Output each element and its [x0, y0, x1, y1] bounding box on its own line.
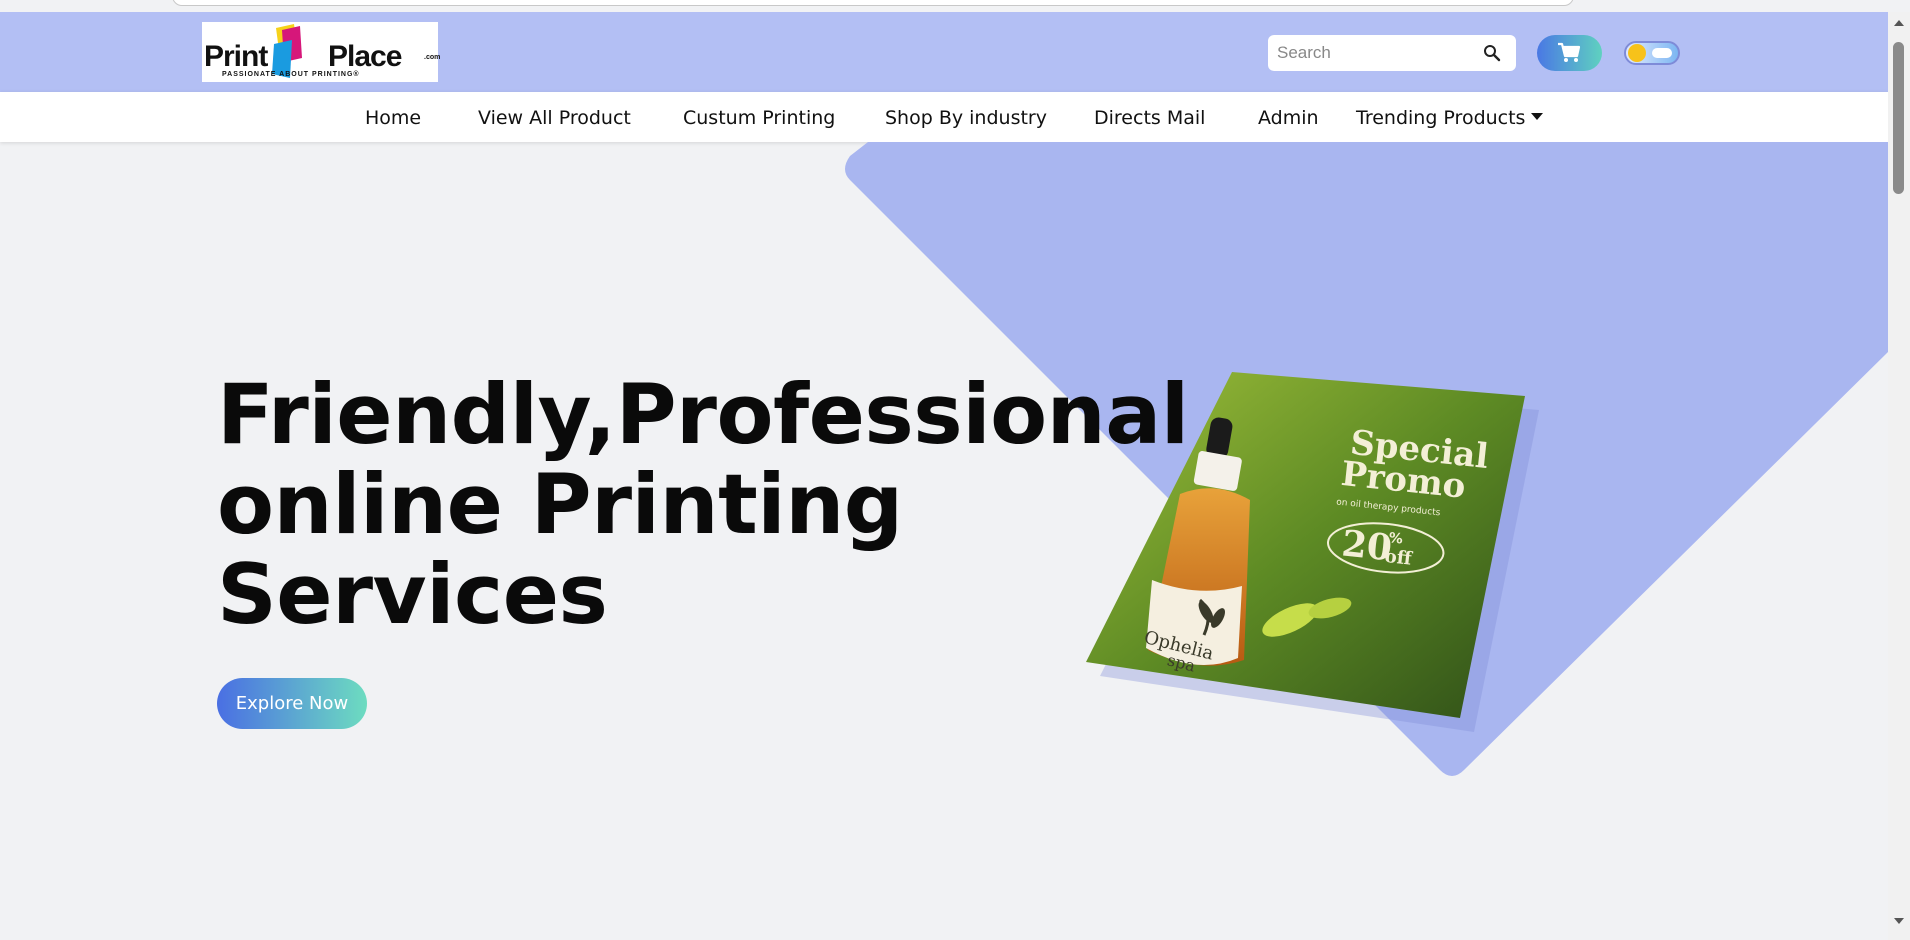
address-bar[interactable]: [172, 0, 1574, 6]
nav-item-shop-by-industry[interactable]: Shop By industry: [885, 107, 1047, 129]
logo-suffix: .com: [424, 54, 441, 61]
logo-wordmark: Print Place: [204, 40, 402, 73]
hero-title: Friendly,Professional online Printing Se…: [217, 366, 1189, 643]
browser-top-strip: [0, 0, 1888, 12]
hero-title-line-1: Friendly,Professional: [217, 366, 1189, 463]
nav-item-home[interactable]: Home: [365, 107, 421, 129]
explore-now-button[interactable]: Explore Now: [217, 678, 367, 729]
svg-text:off: off: [1384, 546, 1414, 570]
search-box: [1268, 35, 1516, 71]
logo-tagline: PASSIONATE ABOUT PRINTING®: [222, 71, 360, 78]
nav-item-custum-printing[interactable]: Custum Printing: [683, 107, 835, 129]
hero-title-line-3: Services: [217, 546, 608, 643]
nav-item-trending-products[interactable]: Trending Products: [1356, 107, 1544, 129]
nav-item-view-all-product[interactable]: View All Product: [478, 107, 631, 129]
cloud-icon: [1652, 48, 1672, 58]
nav-item-directs-mail[interactable]: Directs Mail: [1094, 107, 1205, 129]
trending-products-label: Trending Products: [1356, 107, 1526, 129]
printplace-logo[interactable]: Print Place .com PASSIONATE ABOUT PRINTIN…: [202, 22, 441, 82]
page-scrollbar[interactable]: [1888, 12, 1910, 940]
scroll-down-arrow-icon[interactable]: [1894, 918, 1904, 924]
scroll-up-arrow-icon[interactable]: [1894, 20, 1904, 26]
cart-button[interactable]: [1537, 35, 1602, 71]
main-nav: Home View All Product Custum Printing Sh…: [0, 92, 1888, 142]
caret-down-icon: [1531, 113, 1544, 120]
scrollbar-thumb[interactable]: [1893, 42, 1904, 194]
nav-item-admin[interactable]: Admin: [1258, 107, 1319, 129]
site-header: Print Place .com PASSIONATE ABOUT PRINTIN…: [0, 12, 1888, 92]
sun-icon: [1628, 44, 1646, 62]
cart-icon: [1558, 42, 1581, 62]
hero-title-line-2: online Printing: [217, 456, 903, 553]
svg-text:%: %: [1388, 530, 1404, 547]
search-icon[interactable]: [1482, 43, 1502, 63]
theme-toggle[interactable]: [1624, 41, 1680, 65]
search-input[interactable]: [1268, 35, 1468, 71]
